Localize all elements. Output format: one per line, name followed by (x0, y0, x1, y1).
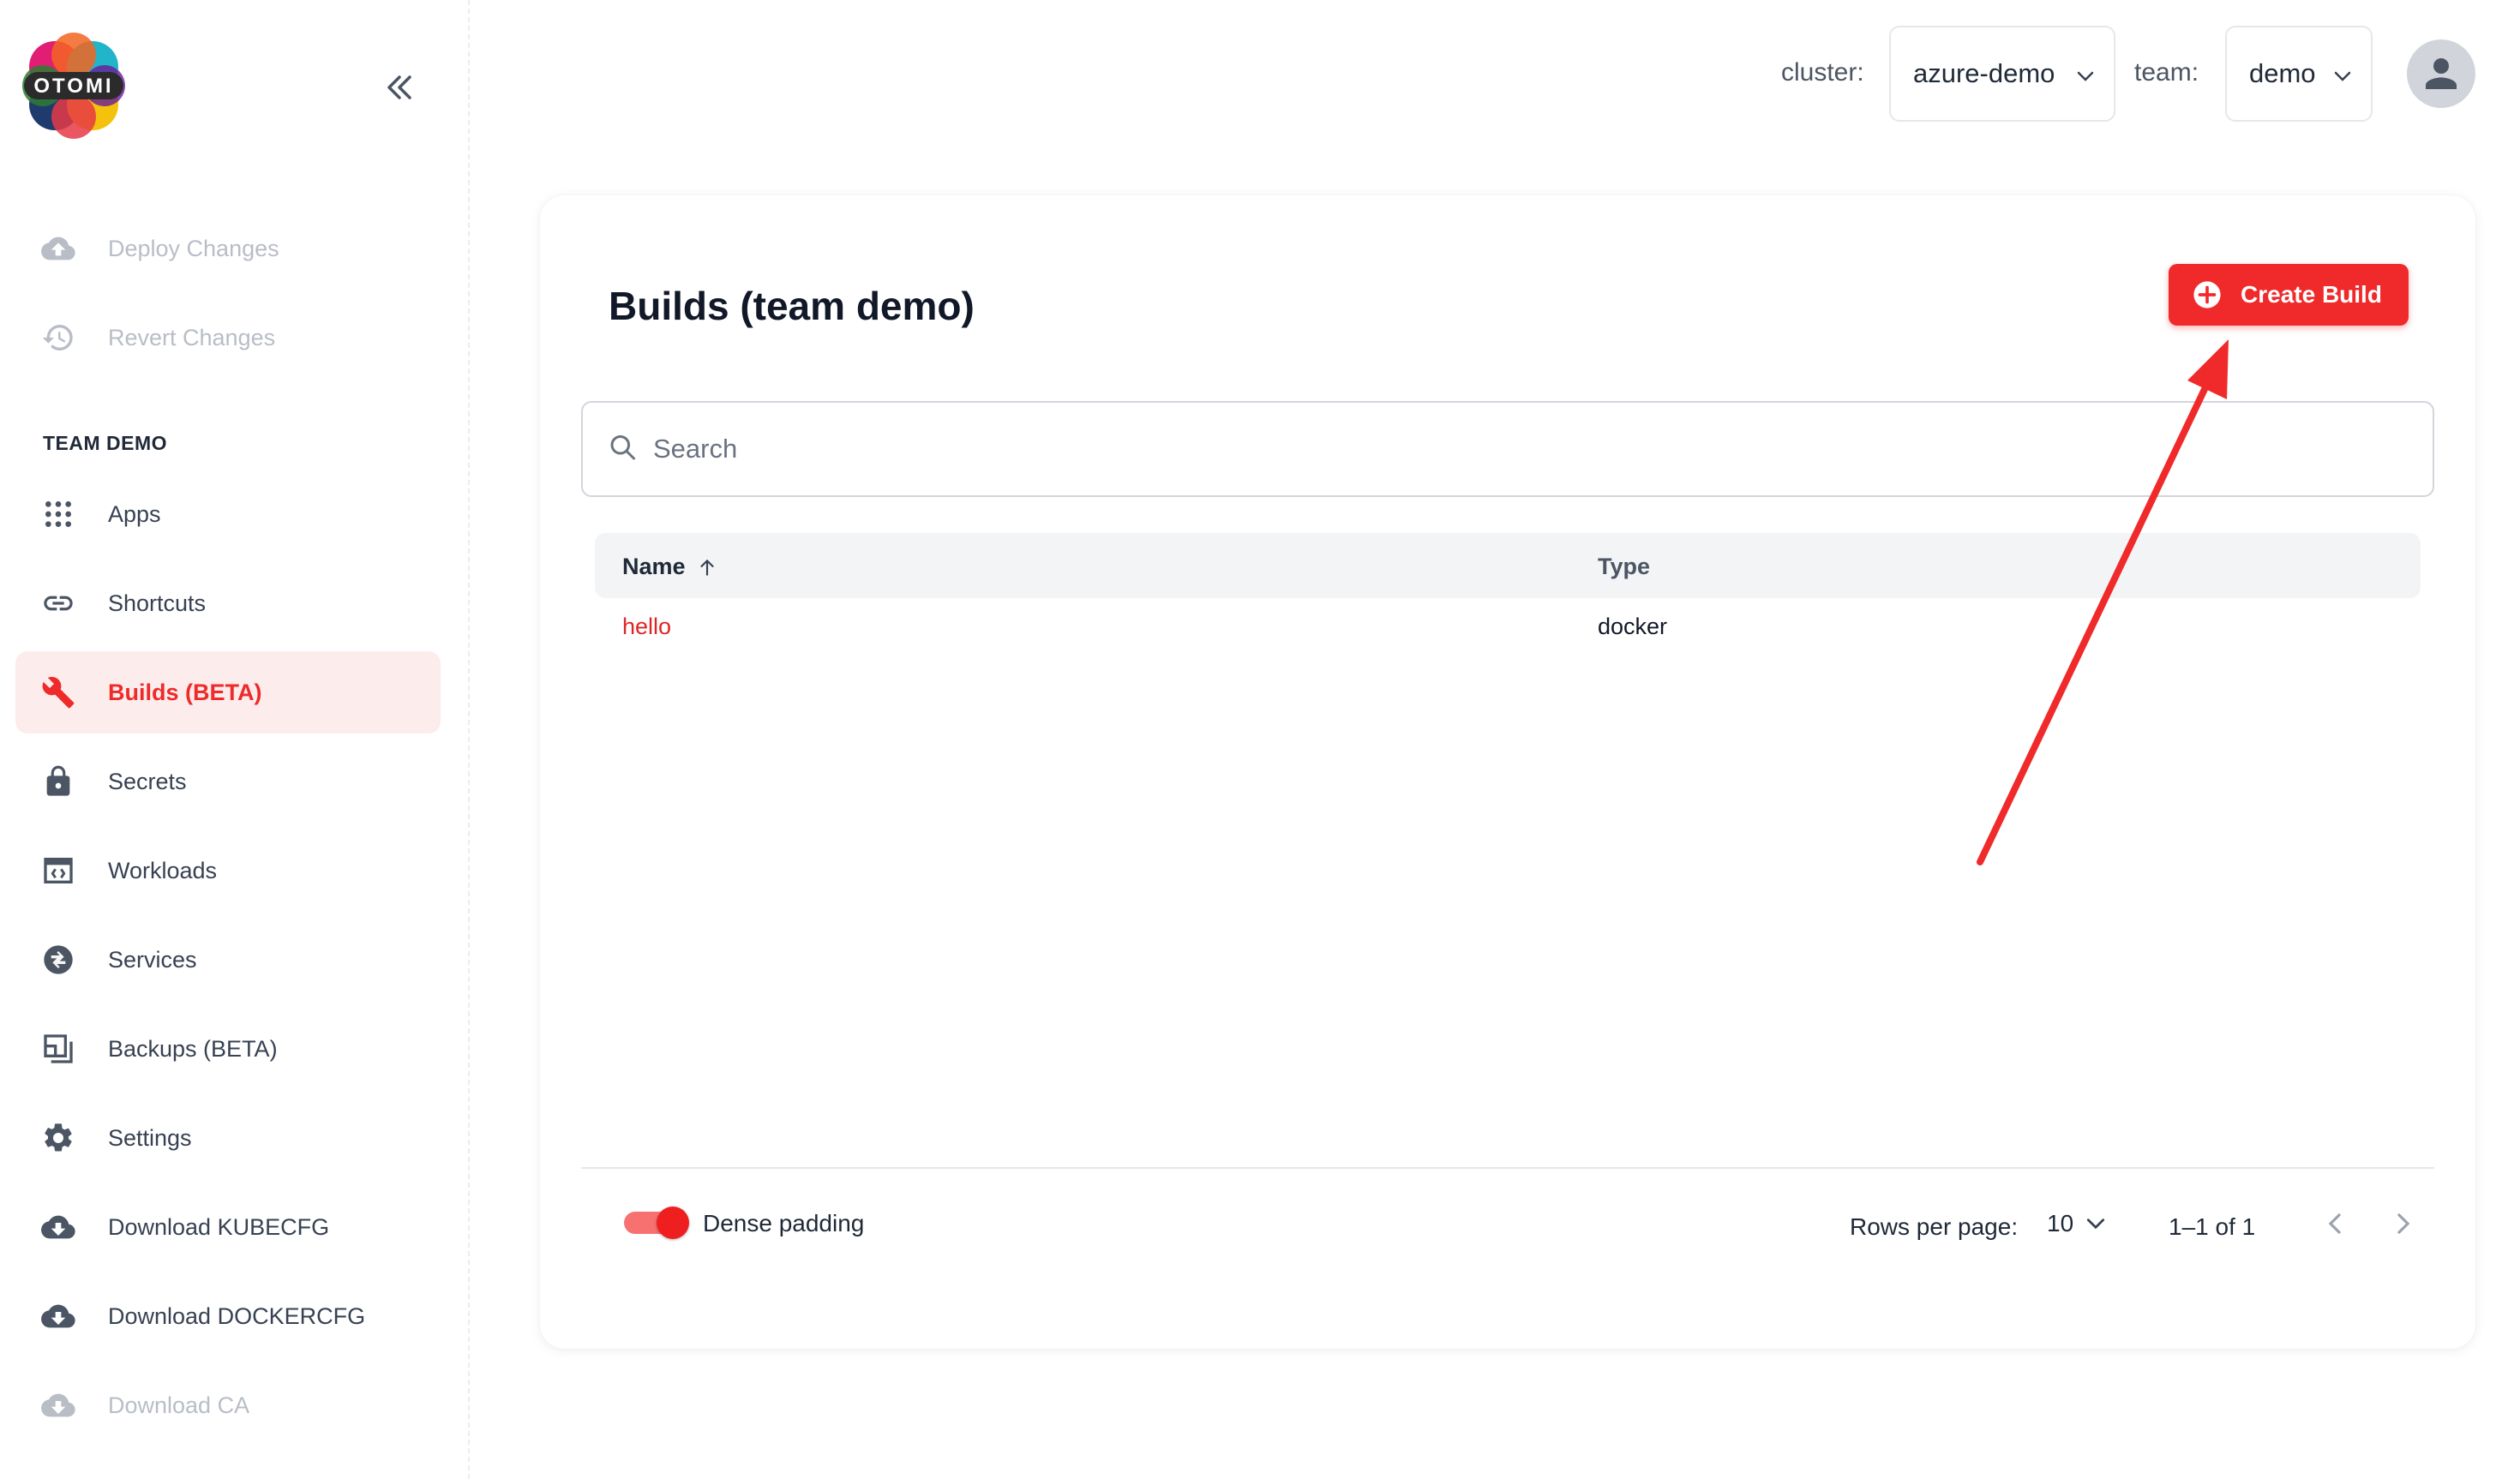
search-input[interactable] (653, 403, 2419, 495)
history-icon (41, 320, 75, 355)
nav-backups[interactable]: Backups (BETA) (15, 1008, 441, 1090)
cluster-label: cluster: (1781, 58, 1864, 87)
dense-padding-toggle[interactable] (624, 1207, 689, 1239)
cluster-select[interactable]: azure-demo (1889, 26, 2115, 122)
footer-divider (581, 1167, 2434, 1169)
nav-label: Secrets (108, 768, 187, 794)
nav-label: Download CA (108, 1392, 250, 1418)
toggle-knob (657, 1207, 689, 1239)
wrench-icon (41, 675, 75, 710)
nav-builds[interactable]: Builds (BETA) (15, 651, 441, 734)
dense-padding-label: Dense padding (703, 1210, 865, 1236)
cluster-value: azure-demo (1913, 58, 2055, 88)
build-type: docker (1598, 614, 1668, 639)
nav-secrets[interactable]: Secrets (15, 740, 441, 823)
nav-revert-changes[interactable]: Revert Changes (15, 296, 441, 379)
person-icon (2426, 58, 2457, 89)
build-name-link[interactable]: hello (622, 614, 671, 640)
nav-label: Download DOCKERCFG (108, 1302, 366, 1329)
nav-download-kubecfg[interactable]: Download KUBECFG (15, 1186, 441, 1268)
nav-label: Deploy Changes (108, 235, 279, 261)
rows-per-page-label: Rows per page: (1850, 1213, 2019, 1240)
chevron-down-icon (2333, 58, 2352, 89)
lock-icon (41, 764, 75, 799)
services-icon (41, 943, 75, 977)
nav-settings[interactable]: Settings (15, 1097, 441, 1179)
cloud-download-icon (41, 1210, 75, 1244)
nav-label: Workloads (108, 857, 218, 883)
workload-icon (41, 853, 75, 888)
link-icon (41, 586, 75, 620)
cloud-upload-icon (41, 231, 75, 266)
double-chevron-left-icon (387, 75, 411, 99)
chevron-left-icon (2328, 1213, 2341, 1234)
nav-deploy-changes[interactable]: Deploy Changes (15, 207, 441, 290)
column-header-label: Type (1598, 554, 1651, 579)
chevron-down-icon (2076, 58, 2095, 89)
team-label: team: (2134, 58, 2199, 87)
nav-download-dockercfg[interactable]: Download DOCKERCFG (15, 1275, 441, 1357)
cloud-download-icon (41, 1388, 75, 1422)
table-header: Name Type (595, 533, 2421, 598)
nav-label: Apps (108, 500, 161, 527)
sidebar: OTOMI Deploy Changes Revert Changes TEAM… (0, 0, 470, 1479)
team-section-label: TEAM DEMO (43, 432, 168, 454)
cloud-download-icon (41, 1299, 75, 1333)
create-build-label: Create Build (2241, 281, 2382, 308)
nav-label: Services (108, 946, 197, 973)
nav-shortcuts[interactable]: Shortcuts (15, 562, 441, 644)
pagination-info: 1–1 of 1 (2169, 1213, 2256, 1240)
chevron-down-icon (2087, 1219, 2105, 1230)
nav-workloads[interactable]: Workloads (15, 829, 441, 912)
rows-per-page-value: 10 (2047, 1210, 2074, 1236)
page-title: Builds (team demo) (609, 284, 975, 328)
column-header-label: Name (622, 554, 686, 579)
rows-per-page-select[interactable]: 10 (2047, 1210, 2106, 1237)
nav-label: Revert Changes (108, 324, 276, 350)
team-value: demo (2249, 58, 2316, 88)
otomi-logo[interactable]: OTOMI (21, 33, 127, 139)
nav-label: Builds (BETA) (108, 679, 262, 705)
logo-text: OTOMI (33, 75, 113, 98)
column-header-name[interactable]: Name (622, 554, 718, 580)
nav-services[interactable]: Services (15, 919, 441, 1001)
apps-grid-icon (41, 497, 75, 531)
column-header-type[interactable]: Type (1598, 554, 1650, 580)
builds-card: Builds (team demo) Create Build Name Typ… (540, 195, 2475, 1349)
add-circle-icon (2193, 280, 2222, 309)
nav-label: Backups (BETA) (108, 1035, 278, 1062)
search-box[interactable] (581, 401, 2434, 497)
nav-label: Download KUBECFG (108, 1213, 330, 1240)
next-page-button[interactable] (2385, 1205, 2422, 1242)
previous-page-button[interactable] (2316, 1205, 2354, 1242)
sort-ascending-icon (699, 559, 714, 576)
create-build-button[interactable]: Create Build (2169, 264, 2409, 326)
collapse-sidebar-button[interactable] (379, 70, 420, 105)
user-avatar[interactable] (2407, 39, 2475, 108)
nav-apps[interactable]: Apps (15, 473, 441, 555)
team-select[interactable]: demo (2225, 26, 2373, 122)
search-icon (607, 432, 638, 467)
nav-label: Shortcuts (108, 590, 207, 616)
backup-icon (41, 1032, 75, 1066)
gear-icon (41, 1121, 75, 1155)
nav-download-ca[interactable]: Download CA (15, 1364, 441, 1446)
chevron-right-icon (2397, 1213, 2410, 1234)
nav-label: Settings (108, 1124, 192, 1151)
